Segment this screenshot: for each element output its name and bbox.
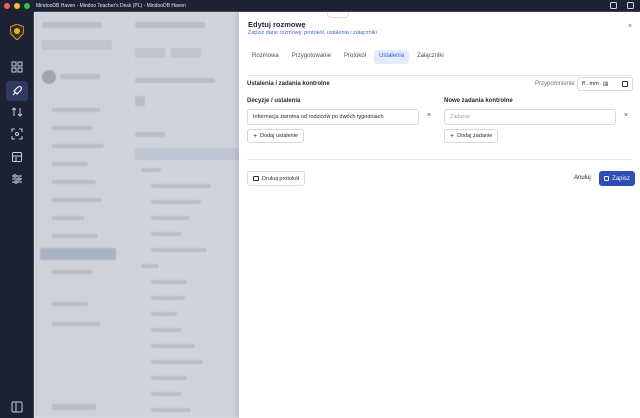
fullscreen-icon[interactable] — [627, 2, 634, 9]
close-window-button[interactable] — [4, 3, 10, 9]
remove-decision-icon[interactable]: × — [427, 112, 431, 119]
rocket-icon[interactable] — [6, 81, 28, 101]
tab-rozmowa[interactable]: Rozmowa — [247, 50, 284, 64]
dashboard-icon[interactable] — [11, 60, 23, 73]
scan-icon[interactable] — [11, 127, 23, 140]
window-title: MindooDB Haven - Mindoo Teacher's Desk (… — [36, 3, 186, 9]
divider — [247, 75, 632, 76]
app-logo-icon — [10, 24, 24, 40]
add-task-label: Dodaj zadanie — [457, 133, 493, 139]
plus-icon: + — [450, 132, 455, 140]
panel-header: Edytuj rozmowę Zapisz dane rozmowy, prot… — [239, 12, 640, 46]
database-icon[interactable] — [11, 150, 23, 162]
task-input[interactable]: Zadanie — [444, 109, 616, 125]
reminder-date-input[interactable]: ff . mm . jjjj — [577, 77, 633, 91]
edit-conversation-panel: Edytuj rozmowę Zapisz dane rozmowy, prot… — [239, 12, 640, 418]
save-label: Zapisz — [612, 175, 630, 182]
decision-field[interactable]: Informacja zwrotna od rodziców po dwóch … — [247, 109, 419, 125]
sidebar-toggle-icon[interactable] — [11, 400, 23, 413]
tab-zalaczniki[interactable]: Załączniki — [412, 50, 449, 64]
background-sidebar — [34, 12, 129, 418]
add-task-button[interactable]: + Dodaj zadanie — [444, 129, 499, 143]
panel-subtitle: Zapisz dane rozmowy, protokół, ustalenia… — [248, 30, 377, 36]
tab-protokol[interactable]: Protokół — [339, 50, 371, 64]
plus-icon: + — [253, 132, 258, 140]
calendar-icon[interactable] — [622, 81, 628, 87]
sliders-icon[interactable] — [11, 172, 23, 184]
cancel-button[interactable]: Anuluj — [574, 175, 591, 181]
reminder-date-value: ff . mm . jjjj — [582, 81, 609, 87]
panel-title: Edytuj rozmowę — [248, 20, 306, 29]
panel-tabs: Rozmowa Przygotowanie Protokół Ustalenia… — [247, 50, 449, 64]
print-protocol-label: Drukuj protokół — [262, 175, 299, 182]
close-icon[interactable]: × — [628, 23, 632, 30]
divider — [247, 159, 632, 160]
tab-ustalenia[interactable]: Ustalenia — [374, 50, 410, 64]
section-title: Ustalenia i zadania kontrolne — [247, 81, 330, 87]
tab-przygotowanie[interactable]: Przygotowanie — [287, 50, 336, 64]
decisions-label: Decyzje / ustalenia — [247, 98, 301, 104]
titlebar-icons — [610, 2, 634, 9]
printer-icon — [253, 176, 259, 181]
add-decision-label: Dodaj ustalenie — [260, 133, 299, 139]
print-protocol-button[interactable]: Drukuj protokół — [247, 171, 305, 186]
window-controls — [4, 3, 30, 9]
remove-task-icon[interactable]: × — [624, 112, 628, 119]
minimize-window-button[interactable] — [14, 3, 20, 9]
icon-rail — [0, 12, 34, 418]
save-icon — [604, 176, 610, 181]
sort-arrows-icon[interactable] — [11, 105, 23, 117]
reminder-label: Przypomnienie — [535, 81, 575, 87]
add-decision-button[interactable]: + Dodaj ustalenie — [247, 129, 305, 143]
save-button[interactable]: Zapisz — [599, 171, 635, 186]
window-icon[interactable] — [610, 2, 617, 9]
window-titlebar: MindooDB Haven - Mindoo Teacher's Desk (… — [0, 0, 640, 12]
maximize-window-button[interactable] — [24, 3, 30, 9]
tasks-label: Nowe zadania kontrolne — [444, 98, 513, 104]
